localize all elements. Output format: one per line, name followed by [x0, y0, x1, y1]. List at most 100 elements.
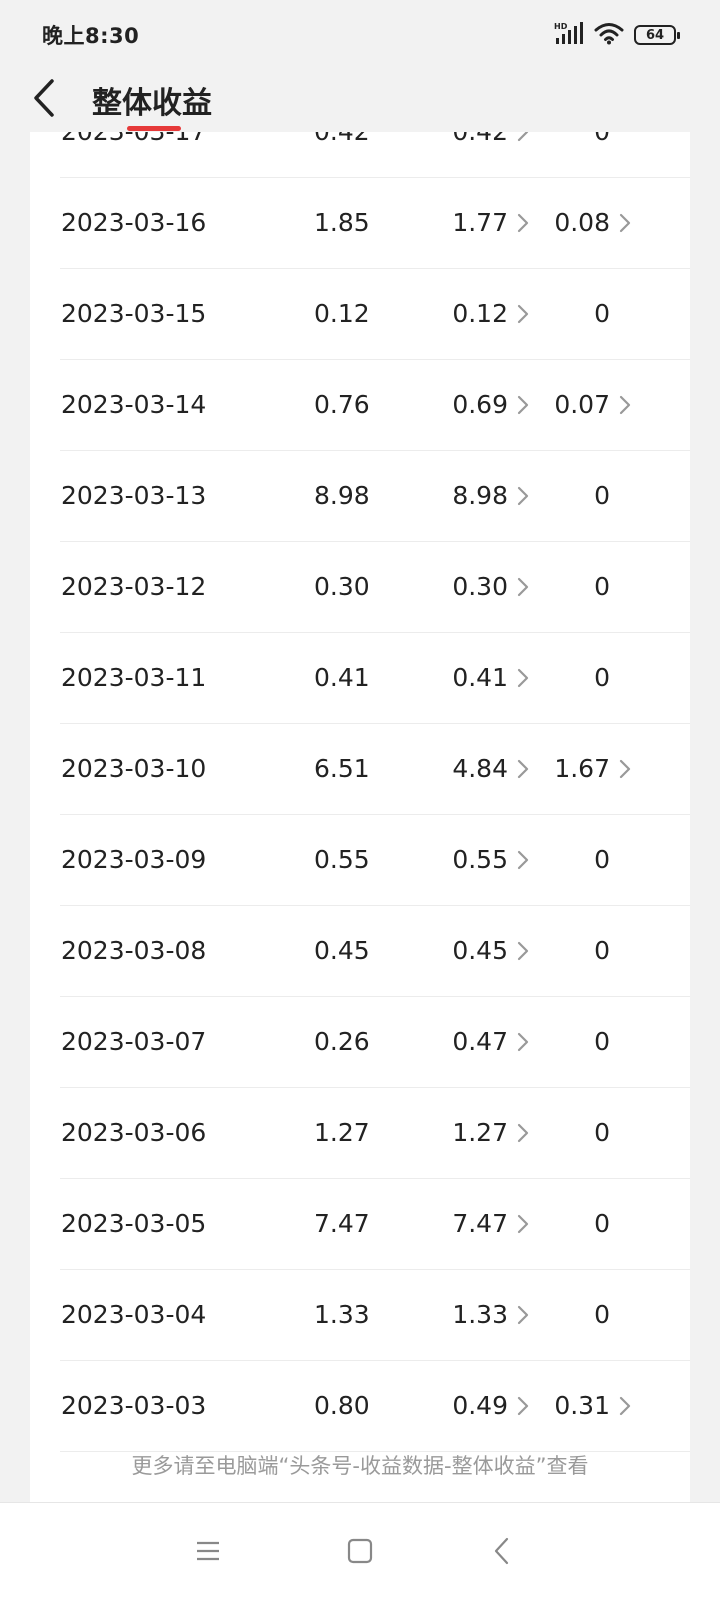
- table-row[interactable]: 2023-03-11 0.41 0.41 0: [60, 633, 690, 724]
- row-value-a[interactable]: 0.47: [452, 997, 530, 1087]
- row-date: 2023-03-15: [61, 299, 207, 328]
- row-value-b: 0: [594, 132, 632, 177]
- table-row[interactable]: 2023-03-04 1.33 1.33 0: [60, 1270, 690, 1361]
- table-row[interactable]: 2023-03-06 1.27 1.27 0: [60, 1088, 690, 1179]
- row-value-b-text: 0: [594, 936, 610, 965]
- battery-level: 64: [645, 27, 665, 43]
- status-icons: HD 64: [554, 20, 680, 50]
- table-row[interactable]: 2023-03-12 0.30 0.30 0: [60, 542, 690, 633]
- row-value-a[interactable]: 1.33: [452, 1270, 530, 1360]
- row-value-a-text: 0.12: [452, 299, 508, 328]
- row-value-b-text: 0: [594, 132, 610, 177]
- row-date: 2023-03-16: [61, 208, 207, 237]
- row-value-a[interactable]: 7.47: [452, 1179, 530, 1269]
- row-value-b-text: 0: [594, 1118, 610, 1147]
- table-row[interactable]: 2023-03-03 0.80 0.49 0.31: [60, 1361, 690, 1452]
- row-value-a-text: 0.30: [452, 572, 508, 601]
- signal-hd-label: HD: [554, 22, 568, 31]
- system-nav-bar: [0, 1502, 720, 1601]
- row-value-a-text: 4.84: [452, 754, 508, 783]
- table-row[interactable]: 2023-03-14 0.76 0.69 0.07: [60, 360, 690, 451]
- table-row[interactable]: 2023-03-13 8.98 8.98 0: [60, 451, 690, 542]
- row-value-a[interactable]: 1.77: [452, 178, 530, 268]
- row-value-a[interactable]: 8.98: [452, 451, 530, 541]
- table-row[interactable]: 2023-03-16 1.85 1.77 0.08: [60, 178, 690, 269]
- row-value-a[interactable]: 1.27: [452, 1088, 530, 1178]
- nav-menu-button[interactable]: [186, 1531, 230, 1575]
- row-value-a[interactable]: 0.42: [452, 132, 530, 177]
- row-value-a[interactable]: 0.12: [452, 269, 530, 359]
- status-bar: 晚上8:30 HD 64: [0, 0, 720, 70]
- row-value-b: 0: [594, 633, 632, 723]
- chevron-right-icon: [614, 178, 632, 268]
- back-button[interactable]: [22, 72, 66, 128]
- row-total: 0.80: [314, 1391, 370, 1420]
- nav-back-button[interactable]: [480, 1531, 524, 1575]
- chevron-right-icon: [512, 1179, 530, 1269]
- row-value-b-text: 0.07: [554, 390, 610, 419]
- battery-icon: 64: [634, 25, 680, 45]
- table-row[interactable]: 2023-03-07 0.26 0.47 0: [60, 997, 690, 1088]
- table-row[interactable]: 2023-03-09 0.55 0.55 0: [60, 815, 690, 906]
- chevron-right-icon: [614, 724, 632, 814]
- row-value-b: 0: [594, 542, 632, 632]
- table-row[interactable]: 2023-03-17 0.42 0.42 0: [60, 132, 690, 178]
- row-date: 2023-03-12: [61, 572, 207, 601]
- row-date: 2023-03-10: [61, 754, 207, 783]
- row-value-b: 0: [594, 815, 632, 905]
- row-value-b-text: 0: [594, 845, 610, 874]
- row-value-a[interactable]: 0.49: [452, 1361, 530, 1451]
- row-date: 2023-03-09: [61, 845, 207, 874]
- row-value-a-text: 1.27: [452, 1118, 508, 1147]
- row-total: 0.41: [314, 663, 370, 692]
- row-date: 2023-03-08: [61, 936, 207, 965]
- table-row[interactable]: 2023-03-08 0.45 0.45 0: [60, 906, 690, 997]
- home-square-icon: [346, 1537, 374, 1569]
- row-value-b-text: 0: [594, 1209, 610, 1238]
- page-title: 整体收益: [92, 86, 212, 121]
- row-value-a-text: 1.77: [452, 208, 508, 237]
- row-total: 1.85: [314, 208, 370, 237]
- row-value-b: 0: [594, 451, 632, 541]
- row-total: 7.47: [314, 1209, 370, 1238]
- row-value-a[interactable]: 0.45: [452, 906, 530, 996]
- row-value-a[interactable]: 0.30: [452, 542, 530, 632]
- status-time: 晚上8:30: [42, 24, 140, 48]
- row-total: 8.98: [314, 481, 370, 510]
- row-date: 2023-03-04: [61, 1300, 207, 1329]
- chevron-right-icon: [512, 542, 530, 632]
- chevron-right-icon: [512, 1088, 530, 1178]
- row-value-a[interactable]: 0.69: [452, 360, 530, 450]
- chevron-right-icon: [512, 1361, 530, 1451]
- chevron-right-icon: [512, 451, 530, 541]
- row-value-a[interactable]: 0.55: [452, 815, 530, 905]
- chevron-right-icon: [512, 997, 530, 1087]
- row-value-b[interactable]: 1.67: [554, 724, 632, 814]
- footer-note: 更多请至电脑端“头条号-收益数据-整体收益”查看: [131, 1454, 589, 1478]
- row-date: 2023-03-14: [61, 390, 207, 419]
- nav-home-button[interactable]: [338, 1531, 382, 1575]
- chevron-right-icon: [512, 178, 530, 268]
- earnings-list[interactable]: 2023-03-17 0.42 0.42 0 2023-03-16 1.85 1.77 0.0…: [30, 132, 690, 1452]
- chevron-right-icon: [512, 906, 530, 996]
- row-value-b[interactable]: 0.31: [554, 1361, 632, 1451]
- row-value-a-text: 0.55: [452, 845, 508, 874]
- row-value-a-text: 8.98: [452, 481, 508, 510]
- row-total: 0.45: [314, 936, 370, 965]
- row-value-a[interactable]: 4.84: [452, 724, 530, 814]
- table-row[interactable]: 2023-03-10 6.51 4.84 1.67: [60, 724, 690, 815]
- row-value-a-text: 1.33: [452, 1300, 508, 1329]
- row-total: 0.42: [314, 132, 394, 177]
- row-value-a[interactable]: 0.41: [452, 633, 530, 723]
- table-row[interactable]: 2023-03-15 0.12 0.12 0: [60, 269, 690, 360]
- row-date: 2023-03-17: [61, 132, 206, 177]
- row-value-b-text: 0: [594, 663, 610, 692]
- table-row[interactable]: 2023-03-05 7.47 7.47 0: [60, 1179, 690, 1270]
- chevron-left-icon: [31, 78, 57, 122]
- chevron-right-icon: [512, 724, 530, 814]
- row-value-b[interactable]: 0.08: [554, 178, 632, 268]
- row-value-b[interactable]: 0.07: [554, 360, 632, 450]
